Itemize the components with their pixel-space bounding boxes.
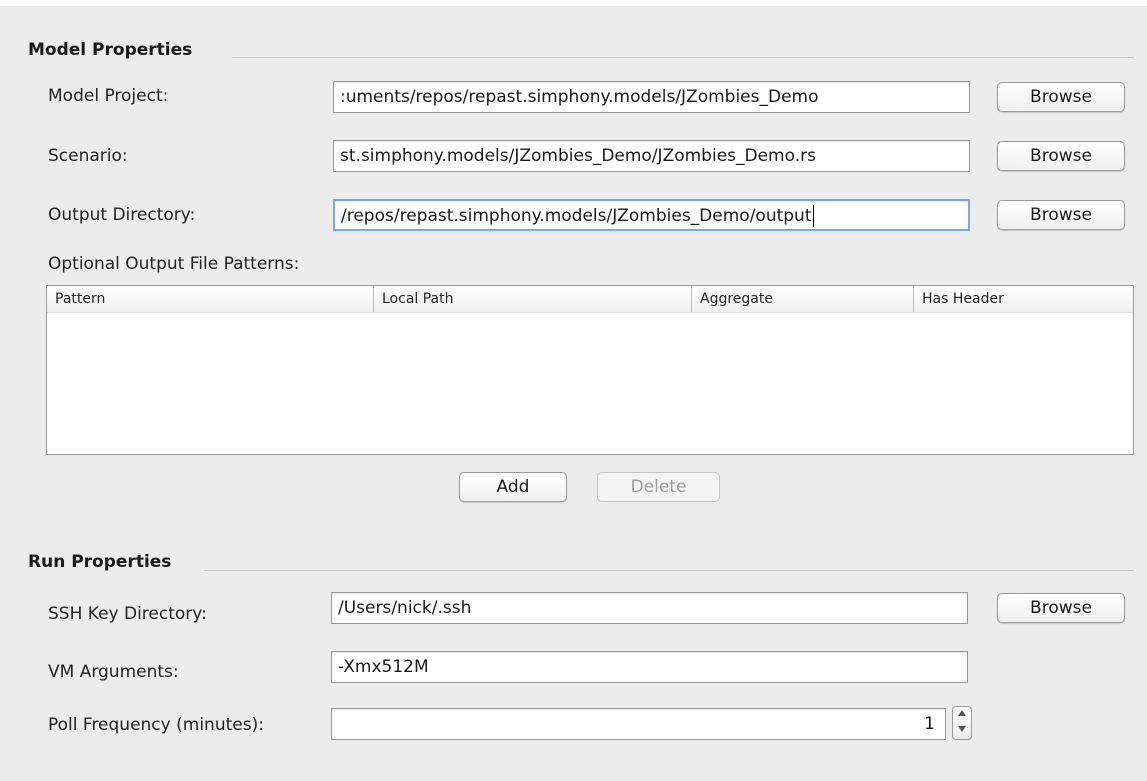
output-directory-label: Output Directory: xyxy=(48,205,196,225)
text-cursor xyxy=(812,205,814,227)
ssh-key-directory-field[interactable]: /Users/nick/.ssh xyxy=(331,592,968,624)
vm-arguments-field[interactable]: -Xmx512M xyxy=(331,651,968,683)
delete-pattern-button[interactable]: Delete xyxy=(597,472,720,502)
ssh-key-directory-browse-button[interactable]: Browse xyxy=(997,593,1125,623)
poll-frequency-stepper[interactable] xyxy=(952,706,972,740)
model-project-field[interactable]: :uments/repos/repast.simphony.models/JZo… xyxy=(333,81,970,113)
output-file-patterns-table[interactable]: Pattern Local Path Aggregate Has Header xyxy=(46,285,1134,455)
window-top-edge xyxy=(0,0,1147,6)
output-directory-field[interactable]: /repos/repast.simphony.models/JZombies_D… xyxy=(333,199,970,231)
poll-frequency-field[interactable]: 1 xyxy=(331,708,946,740)
poll-frequency-label: Poll Frequency (minutes): xyxy=(48,715,264,735)
model-properties-title: Model Properties xyxy=(28,40,193,60)
model-properties-divider xyxy=(232,57,1134,58)
run-properties-divider xyxy=(204,570,1134,571)
add-pattern-button[interactable]: Add xyxy=(459,472,567,502)
model-project-browse-button[interactable]: Browse xyxy=(997,82,1125,112)
scenario-label: Scenario: xyxy=(48,146,128,166)
scenario-browse-button[interactable]: Browse xyxy=(997,141,1125,171)
decrement-arrow-icon[interactable] xyxy=(953,723,971,739)
output-directory-browse-button[interactable]: Browse xyxy=(997,200,1125,230)
scenario-field[interactable]: st.simphony.models/JZombies_Demo/JZombie… xyxy=(333,140,970,172)
increment-arrow-icon[interactable] xyxy=(953,707,971,723)
column-header-has-header[interactable]: Has Header xyxy=(913,286,1133,312)
output-directory-value: /repos/repast.simphony.models/JZombies_D… xyxy=(341,206,812,226)
run-properties-title: Run Properties xyxy=(28,552,172,572)
column-header-local-path[interactable]: Local Path xyxy=(373,286,691,312)
ssh-key-directory-label: SSH Key Directory: xyxy=(48,604,207,624)
model-project-label: Model Project: xyxy=(48,86,169,106)
vm-arguments-label: VM Arguments: xyxy=(48,662,179,682)
column-header-aggregate[interactable]: Aggregate xyxy=(691,286,913,312)
table-header: Pattern Local Path Aggregate Has Header xyxy=(47,286,1133,313)
column-header-pattern[interactable]: Pattern xyxy=(47,286,373,312)
output-file-patterns-label: Optional Output File Patterns: xyxy=(48,254,300,274)
